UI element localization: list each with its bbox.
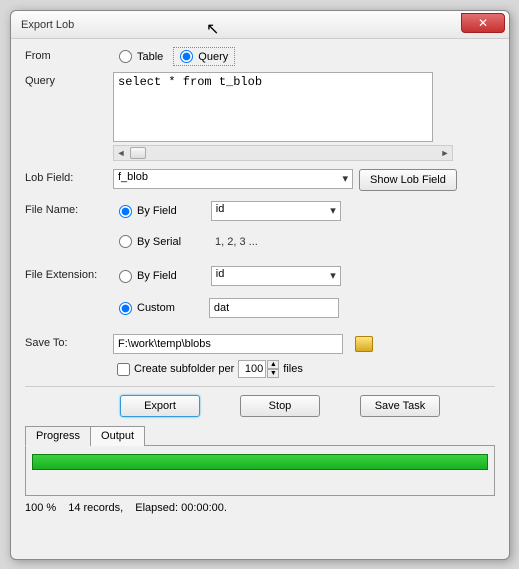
- from-radio-group: Table Query: [113, 47, 495, 66]
- titlebar[interactable]: Export Lob ✕ ↖: [11, 11, 509, 39]
- query-textarea[interactable]: select * from t_blob: [113, 72, 433, 142]
- filename-byserial[interactable]: By Serial: [113, 233, 187, 250]
- saveto-label: Save To:: [25, 334, 113, 349]
- subfolder-count-input[interactable]: [238, 360, 266, 378]
- scroll-left-icon[interactable]: ◄: [114, 146, 128, 160]
- scroll-right-icon[interactable]: ►: [438, 146, 452, 160]
- radio-table[interactable]: Table: [113, 48, 169, 65]
- export-lob-dialog: Export Lob ✕ ↖ From Table Query Query se…: [10, 10, 510, 560]
- scroll-thumb[interactable]: [130, 147, 146, 159]
- status-percent: 100 %: [25, 502, 56, 514]
- filename-byfield[interactable]: By Field: [113, 203, 183, 220]
- show-lobfield-button[interactable]: Show Lob Field: [359, 169, 457, 191]
- tab-output[interactable]: Output: [90, 426, 145, 446]
- lobfield-label: Lob Field:: [25, 169, 113, 184]
- spin-up-icon[interactable]: ▲: [267, 360, 279, 369]
- browse-folder-icon[interactable]: [355, 336, 373, 352]
- subfolder-checkbox[interactable]: [117, 363, 130, 376]
- from-label: From: [25, 47, 113, 62]
- divider: [25, 386, 495, 387]
- window-title: Export Lob: [21, 19, 74, 31]
- radio-query-input[interactable]: [180, 50, 193, 63]
- progress-bar: [32, 454, 488, 470]
- fileext-custom[interactable]: Custom: [113, 300, 181, 317]
- serial-hint: 1, 2, 3 ...: [215, 236, 258, 248]
- filename-field-combo[interactable]: id: [211, 201, 341, 221]
- stop-button[interactable]: Stop: [240, 395, 320, 417]
- save-task-button[interactable]: Save Task: [360, 395, 440, 417]
- subfolder-count-spinner[interactable]: ▲▼: [238, 360, 279, 378]
- subfolder-label: Create subfolder per: [134, 363, 234, 375]
- status-records: 14 records,: [68, 502, 123, 514]
- fileext-label: File Extension:: [25, 266, 113, 281]
- fileext-field-combo[interactable]: id: [211, 266, 341, 286]
- saveto-input[interactable]: [113, 334, 343, 354]
- h-scrollbar[interactable]: ◄ ►: [113, 145, 453, 161]
- cursor-icon: ↖: [206, 19, 219, 39]
- fileext-byfield[interactable]: By Field: [113, 268, 183, 285]
- tabs: Progress Output: [25, 425, 495, 446]
- fileext-custom-input[interactable]: [209, 298, 339, 318]
- lobfield-combo[interactable]: f_blob: [113, 169, 353, 189]
- files-label: files: [283, 363, 303, 375]
- export-button[interactable]: Export: [120, 395, 200, 417]
- radio-query[interactable]: Query: [173, 47, 235, 66]
- radio-table-input[interactable]: [119, 50, 132, 63]
- progress-pane: [25, 446, 495, 496]
- filename-label: File Name:: [25, 201, 113, 216]
- query-label: Query: [25, 72, 113, 87]
- spin-down-icon[interactable]: ▼: [267, 369, 279, 378]
- tab-progress[interactable]: Progress: [25, 426, 91, 446]
- status-elapsed: Elapsed: 00:00:00.: [135, 502, 227, 514]
- close-button[interactable]: ✕: [461, 13, 505, 33]
